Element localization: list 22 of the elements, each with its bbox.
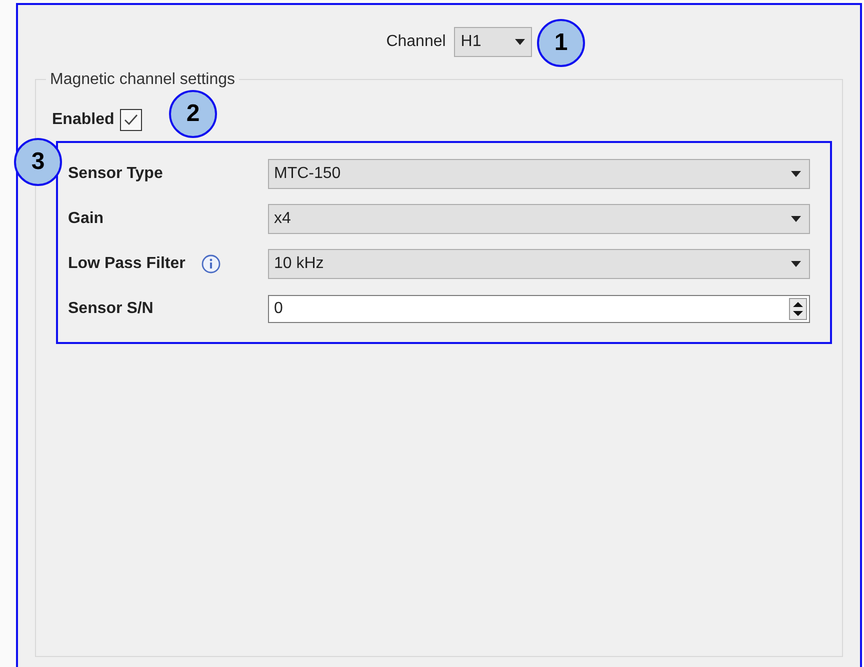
channel-dropdown[interactable]: H1 <box>454 27 532 57</box>
enabled-checkbox[interactable] <box>120 109 142 131</box>
enabled-label: Enabled <box>52 110 114 130</box>
field-label: Sensor S/N <box>68 299 154 319</box>
field-label: Low Pass Filter <box>68 254 186 274</box>
caret-icon <box>514 39 525 45</box>
callout-marker: 3 <box>14 138 62 186</box>
caret-icon <box>791 216 801 222</box>
caret-icon <box>791 171 801 177</box>
dropdown-field[interactable]: 10 kHz <box>268 249 810 279</box>
info-icon[interactable] <box>201 254 222 274</box>
caret-icon <box>791 261 801 267</box>
callout-marker: 1 <box>537 19 585 67</box>
spin-box[interactable]: 0 <box>268 295 810 323</box>
field-label: Gain <box>68 209 104 229</box>
checkmark-icon <box>124 114 138 126</box>
callout-marker: 2 <box>169 90 217 138</box>
channel-label: Channel <box>386 32 446 52</box>
dropdown-field[interactable]: MTC-150 <box>268 159 810 189</box>
spinner-arrows-icon[interactable] <box>789 298 807 320</box>
dropdown-field[interactable]: x4 <box>268 204 810 234</box>
field-label: Sensor Type <box>68 164 163 184</box>
